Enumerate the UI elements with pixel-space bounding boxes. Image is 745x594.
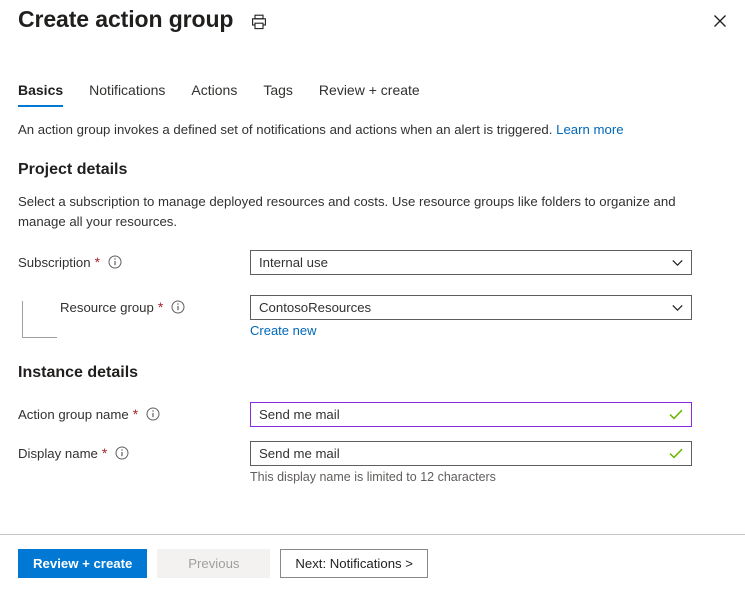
tab-basics-label: Basics <box>18 82 64 98</box>
subscription-label: Subscription <box>18 254 91 270</box>
action-group-name-row: Action group name * Send me mail <box>0 402 745 427</box>
next-notifications-button[interactable]: Next: Notifications > <box>280 549 428 578</box>
tab-bar: Basics Notifications Actions Tags Review… <box>18 82 433 107</box>
previous-button: Previous <box>157 549 271 578</box>
action-group-name-input[interactable]: Send me mail <box>250 402 692 427</box>
subscription-info-icon[interactable] <box>108 255 122 269</box>
chevron-down-icon <box>671 257 683 269</box>
display-name-required-marker: * <box>101 445 108 461</box>
subscription-select[interactable]: Internal use <box>250 250 692 275</box>
action-group-name-info-icon[interactable] <box>146 407 160 421</box>
footer-buttons: Review + create Previous Next: Notificat… <box>0 535 745 578</box>
checkmark-icon <box>669 408 683 422</box>
main-content: An action group invokes a defined set of… <box>0 120 745 484</box>
display-name-row: Display name * Send me mail This display… <box>0 441 745 484</box>
tab-tags-label: Tags <box>263 82 293 98</box>
action-group-name-label: Action group name <box>18 406 129 422</box>
tab-basics[interactable]: Basics <box>18 82 76 107</box>
page-header: Create action group <box>0 0 745 62</box>
subscription-field-cell: Internal use <box>250 250 692 275</box>
resource-group-field-cell: ContosoResources Create new <box>250 295 692 338</box>
checkmark-icon <box>669 447 683 461</box>
display-name-help-text: This display name is limited to 12 chara… <box>250 470 496 484</box>
instance-details-heading: Instance details <box>18 364 139 381</box>
subscription-label-cell: Subscription * <box>0 250 250 274</box>
tab-actions-label: Actions <box>191 82 238 98</box>
resource-group-info-icon[interactable] <box>171 300 185 314</box>
resource-group-row: Resource group * ContosoResources Create… <box>0 295 745 338</box>
display-name-label: Display name <box>18 445 98 461</box>
chevron-down-icon <box>671 302 683 314</box>
project-details-form: Subscription * Internal use Resource gro… <box>0 250 745 338</box>
display-name-info-icon[interactable] <box>115 446 129 460</box>
action-group-name-value: Send me mail <box>259 407 340 422</box>
project-details-heading: Project details <box>18 161 128 178</box>
resource-group-required-marker: * <box>157 299 164 315</box>
tab-notifications[interactable]: Notifications <box>76 82 178 107</box>
project-details-description: Select a subscription to manage deployed… <box>18 194 676 229</box>
resource-group-label: Resource group <box>60 299 154 315</box>
printer-icon[interactable] <box>249 12 269 32</box>
display-name-input[interactable]: Send me mail <box>250 441 692 466</box>
page-title: Create action group <box>18 6 234 32</box>
subscription-row: Subscription * Internal use <box>0 250 745 282</box>
create-new-resource-group-link[interactable]: Create new <box>250 323 316 338</box>
instance-details-form: Action group name * Send me mail Display… <box>0 402 745 484</box>
review-create-button[interactable]: Review + create <box>18 549 148 578</box>
close-icon[interactable] <box>705 6 735 36</box>
resource-group-label-cell: Resource group * <box>0 295 250 319</box>
display-name-field-cell: Send me mail This display name is limite… <box>250 441 692 484</box>
subscription-value: Internal use <box>259 255 328 270</box>
intro-paragraph: An action group invokes a defined set of… <box>18 120 718 139</box>
action-group-name-label-cell: Action group name * <box>0 402 250 426</box>
resource-group-value: ContosoResources <box>259 300 372 315</box>
intro-text: An action group invokes a defined set of… <box>18 122 553 137</box>
action-group-name-field-cell: Send me mail <box>250 402 692 427</box>
tab-review-create[interactable]: Review + create <box>306 82 433 107</box>
footer-bar: Review + create Previous Next: Notificat… <box>0 534 745 594</box>
tab-notifications-label: Notifications <box>89 82 166 98</box>
display-name-value: Send me mail <box>259 446 340 461</box>
tab-tags[interactable]: Tags <box>250 82 306 107</box>
action-group-name-required-marker: * <box>132 406 139 422</box>
learn-more-link[interactable]: Learn more <box>556 122 623 137</box>
tab-actions[interactable]: Actions <box>178 82 250 107</box>
title-row: Create action group <box>18 6 269 33</box>
create-new-link-wrap: Create new <box>250 323 692 338</box>
resource-group-select[interactable]: ContosoResources <box>250 295 692 320</box>
tab-review-create-label: Review + create <box>318 82 420 98</box>
subscription-required-marker: * <box>94 254 101 270</box>
display-name-label-cell: Display name * <box>0 441 250 465</box>
